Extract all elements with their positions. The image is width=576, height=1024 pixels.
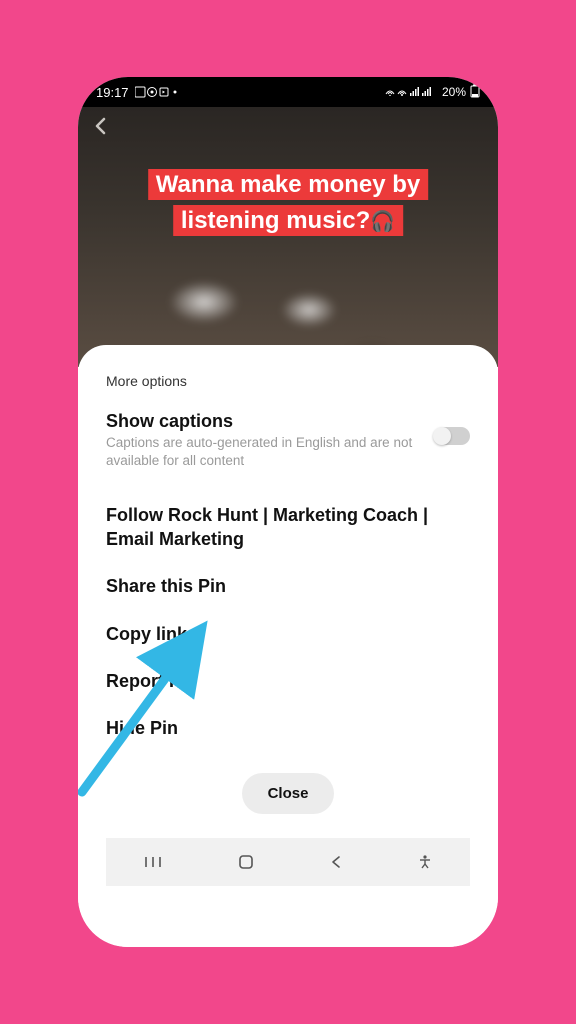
close-button[interactable]: Close xyxy=(242,773,335,814)
sheet-title: More options xyxy=(106,373,470,389)
phone-frame: 19:17 20% xyxy=(78,77,498,947)
back-button[interactable] xyxy=(92,115,110,141)
hide-pin-option[interactable]: Hide Pin xyxy=(106,705,470,752)
more-options-sheet: More options Show captions Captions are … xyxy=(78,345,498,947)
show-captions-label: Show captions xyxy=(106,411,422,432)
caption-line-1: Wanna make money by xyxy=(156,171,421,198)
show-captions-row[interactable]: Show captions Captions are auto-generate… xyxy=(106,411,470,470)
status-time: 19:17 xyxy=(96,85,129,100)
show-captions-sub: Captions are auto-generated in English a… xyxy=(106,434,422,470)
status-signal-icons xyxy=(384,85,438,100)
nav-back[interactable] xyxy=(315,849,357,875)
status-bar: 19:17 20% xyxy=(78,77,498,107)
captions-toggle[interactable] xyxy=(434,427,470,445)
report-pin-option[interactable]: Report Pin xyxy=(106,658,470,705)
follow-option[interactable]: Follow Rock Hunt | Marketing Coach | Ema… xyxy=(106,492,470,563)
video-caption: Wanna make money by listening music?🎧 xyxy=(103,167,473,239)
copy-link-option[interactable]: Copy link xyxy=(106,611,470,658)
nav-home[interactable] xyxy=(223,847,269,877)
nav-recents[interactable] xyxy=(129,849,177,875)
headphones-icon: 🎧 xyxy=(370,211,395,233)
status-left-icons xyxy=(135,86,179,98)
pin-video-area[interactable]: Wanna make money by listening music?🎧 xyxy=(78,107,498,367)
caption-line-2: listening music? xyxy=(181,207,370,234)
nav-accessibility[interactable] xyxy=(403,848,447,876)
share-pin-option[interactable]: Share this Pin xyxy=(106,563,470,610)
android-nav-bar xyxy=(106,838,470,886)
status-battery-text: 20% xyxy=(442,85,466,99)
battery-icon xyxy=(470,84,480,101)
